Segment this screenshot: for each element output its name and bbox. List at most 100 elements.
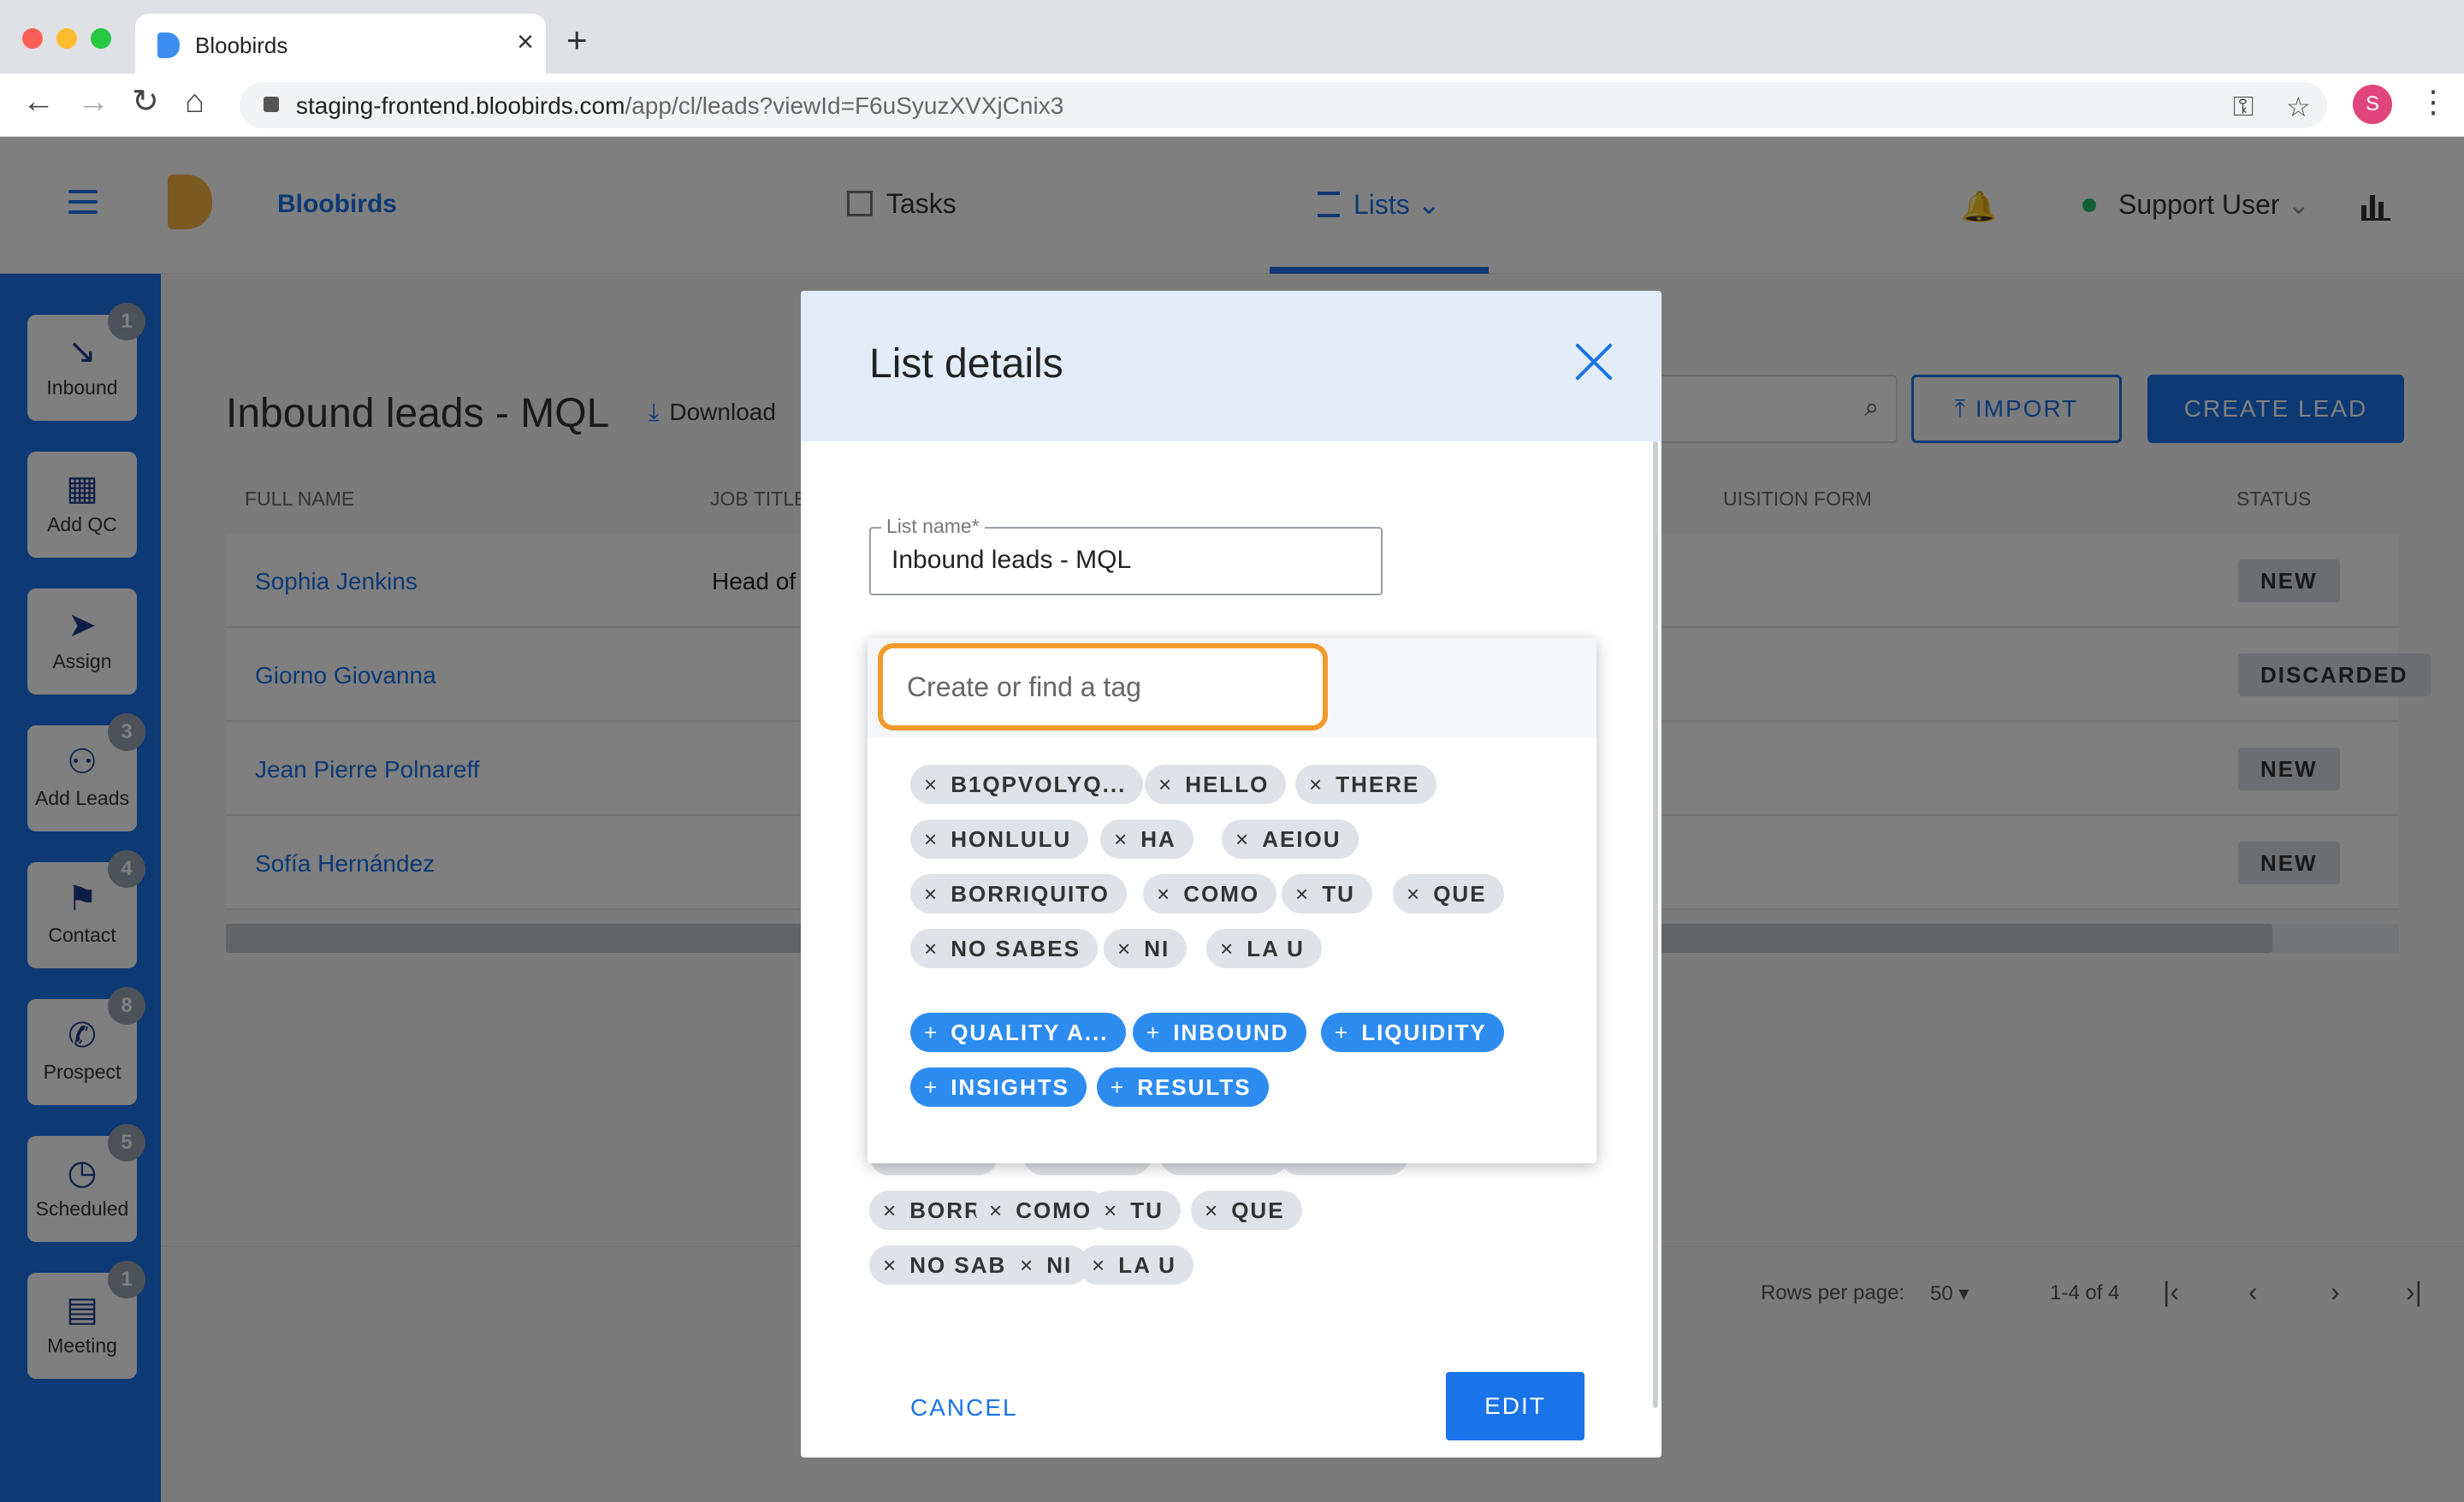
tag-label: THERE — [1336, 772, 1420, 797]
modal-header: List details — [801, 291, 1661, 441]
url-field[interactable]: staging-frontend.bloobirds.com/app/cl/le… — [240, 82, 2327, 128]
selected-tag-chip[interactable]: × LA U — [1078, 1245, 1194, 1285]
remove-x-icon[interactable]: × — [1092, 1252, 1106, 1278]
selected-tag-chip[interactable]: × BORRIQUITO — [910, 874, 1127, 914]
selected-tag-chip[interactable]: × HONLULU — [910, 819, 1089, 859]
plus-icon[interactable]: + — [924, 1074, 939, 1100]
remove-x-icon[interactable]: × — [883, 1252, 897, 1278]
remove-x-icon[interactable]: × — [1407, 881, 1421, 907]
selected-tag-chip[interactable]: × THERE — [1295, 765, 1437, 804]
tab-title: Bloobirds — [195, 33, 288, 58]
add-tag-chip[interactable]: + INBOUND — [1133, 1013, 1306, 1052]
selected-tag-chip[interactable]: × NO SABES — [910, 929, 1098, 968]
tag-label: LIQUIDITY — [1361, 1020, 1487, 1045]
remove-x-icon[interactable]: × — [1235, 826, 1250, 852]
add-tag-chip[interactable]: + LIQUIDITY — [1321, 1013, 1504, 1052]
add-tag-chip[interactable]: + INSIGHTS — [910, 1067, 1087, 1107]
tag-label: BORRIQUITO — [951, 881, 1110, 907]
tag-search-area — [868, 638, 1596, 737]
add-tag-chip[interactable]: + QUALITY A... — [910, 1013, 1126, 1052]
tag-label: HONLULU — [951, 826, 1072, 852]
new-tab-icon[interactable]: + — [566, 22, 588, 58]
tag-label: RESULTS — [1137, 1074, 1252, 1100]
tag-label: INBOUND — [1173, 1020, 1289, 1045]
tag-label: COMO — [1183, 881, 1260, 907]
selected-tag-chip[interactable]: × COMO — [1143, 874, 1277, 914]
remove-x-icon[interactable]: × — [1104, 1197, 1118, 1223]
remove-x-icon[interactable]: × — [924, 881, 939, 907]
plus-icon[interactable]: + — [1146, 1020, 1161, 1045]
edit-button[interactable]: EDIT — [1446, 1372, 1584, 1440]
selected-tag-chip[interactable]: × B1QPVOLYQ... — [910, 765, 1144, 804]
browser-tab[interactable]: Bloobirds × — [135, 14, 546, 74]
selected-tag-chip[interactable]: × LA U — [1206, 929, 1322, 968]
selected-tag-chip[interactable]: × QUE — [1191, 1191, 1302, 1230]
remove-x-icon[interactable]: × — [1020, 1252, 1034, 1278]
remove-x-icon[interactable]: × — [1220, 936, 1235, 961]
tag-label: NO SABES — [951, 936, 1081, 961]
tag-label: COMO — [1016, 1197, 1093, 1223]
tag-label: LA U — [1118, 1252, 1176, 1278]
close-icon[interactable] — [1573, 340, 1615, 383]
tag-label: TU — [1130, 1197, 1164, 1223]
browser-menu-icon[interactable]: ⋮ — [2418, 84, 2449, 120]
address-bar-row: ← → ↻ ⌂ staging-frontend.bloobirds.com/a… — [0, 74, 2464, 137]
remove-x-icon[interactable]: × — [1114, 826, 1128, 852]
selected-tag-chip[interactable]: × TU — [1090, 1191, 1181, 1230]
remove-x-icon[interactable]: × — [924, 826, 939, 852]
remove-x-icon[interactable]: × — [1205, 1197, 1219, 1223]
tag-label: QUALITY A... — [951, 1020, 1109, 1045]
bookmark-star-icon[interactable]: ☆ — [2286, 91, 2311, 123]
back-arrow-icon[interactable]: ← — [22, 86, 55, 118]
forward-arrow-icon[interactable]: → — [77, 86, 110, 118]
tag-label: B1QPVOLYQ... — [951, 772, 1127, 797]
list-name-value: Inbound leads - MQL — [891, 546, 1132, 574]
add-tag-chip[interactable]: + RESULTS — [1097, 1067, 1269, 1107]
tag-label: QUE — [1231, 1197, 1285, 1223]
home-icon[interactable]: ⌂ — [185, 86, 204, 118]
tag-label: INSIGHTS — [951, 1074, 1069, 1100]
plus-icon[interactable]: + — [1335, 1020, 1349, 1045]
remove-x-icon[interactable]: × — [883, 1197, 897, 1223]
tag-label: NI — [1144, 936, 1170, 961]
minimize-window-dot[interactable] — [56, 28, 77, 49]
modal-title: List details — [869, 341, 1063, 387]
selected-tag-chip[interactable]: × AEIOU — [1222, 819, 1359, 859]
tag-label: QUE — [1433, 881, 1487, 907]
selected-tag-chip[interactable]: × HELLO — [1145, 765, 1287, 804]
remove-x-icon[interactable]: × — [1295, 881, 1310, 907]
plus-icon[interactable]: + — [924, 1020, 939, 1045]
tag-search-input[interactable] — [878, 643, 1328, 730]
selected-tag-chip[interactable]: × QUE — [1393, 874, 1504, 914]
maximize-window-dot[interactable] — [91, 28, 111, 49]
remove-x-icon[interactable]: × — [924, 936, 939, 961]
tag-label: TU — [1322, 881, 1355, 907]
tag-label: HELLO — [1185, 772, 1270, 797]
reload-icon[interactable]: ↻ — [132, 86, 159, 118]
modal-scrollbar[interactable] — [1653, 441, 1658, 1408]
tag-label: LA U — [1247, 936, 1305, 961]
remove-x-icon[interactable]: × — [924, 772, 939, 797]
remove-x-icon[interactable]: × — [1309, 772, 1324, 797]
list-name-field[interactable]: List name* Inbound leads - MQL — [869, 515, 1383, 595]
selected-tag-chip[interactable]: × COMO — [975, 1191, 1110, 1230]
plus-icon[interactable]: + — [1111, 1074, 1125, 1100]
remove-x-icon[interactable]: × — [1117, 936, 1132, 961]
tab-close-icon[interactable]: × — [517, 27, 534, 56]
tag-label: AEIOU — [1262, 826, 1342, 852]
selected-tag-chip[interactable]: × TU — [1282, 874, 1372, 914]
cancel-button[interactable]: CANCEL — [910, 1394, 1018, 1422]
selected-tag-chip[interactable]: × NI — [1104, 929, 1188, 968]
close-window-dot[interactable] — [22, 28, 43, 49]
remove-x-icon[interactable]: × — [1158, 772, 1173, 797]
key-icon[interactable]: ⚿ — [2233, 91, 2254, 123]
bloobirds-favicon-icon — [157, 33, 180, 58]
url-text: staging-frontend.bloobirds.com/app/cl/le… — [296, 92, 1064, 119]
remove-x-icon[interactable]: × — [989, 1197, 1004, 1223]
browser-tab-bar: Bloobirds × + — [0, 0, 2464, 74]
selected-tag-chip[interactable]: × HA — [1100, 819, 1194, 859]
remove-x-icon[interactable]: × — [1157, 881, 1171, 907]
lock-icon — [264, 97, 279, 112]
selected-tag-chip[interactable]: × NI — [1006, 1245, 1090, 1285]
profile-avatar[interactable]: S — [2353, 85, 2392, 124]
